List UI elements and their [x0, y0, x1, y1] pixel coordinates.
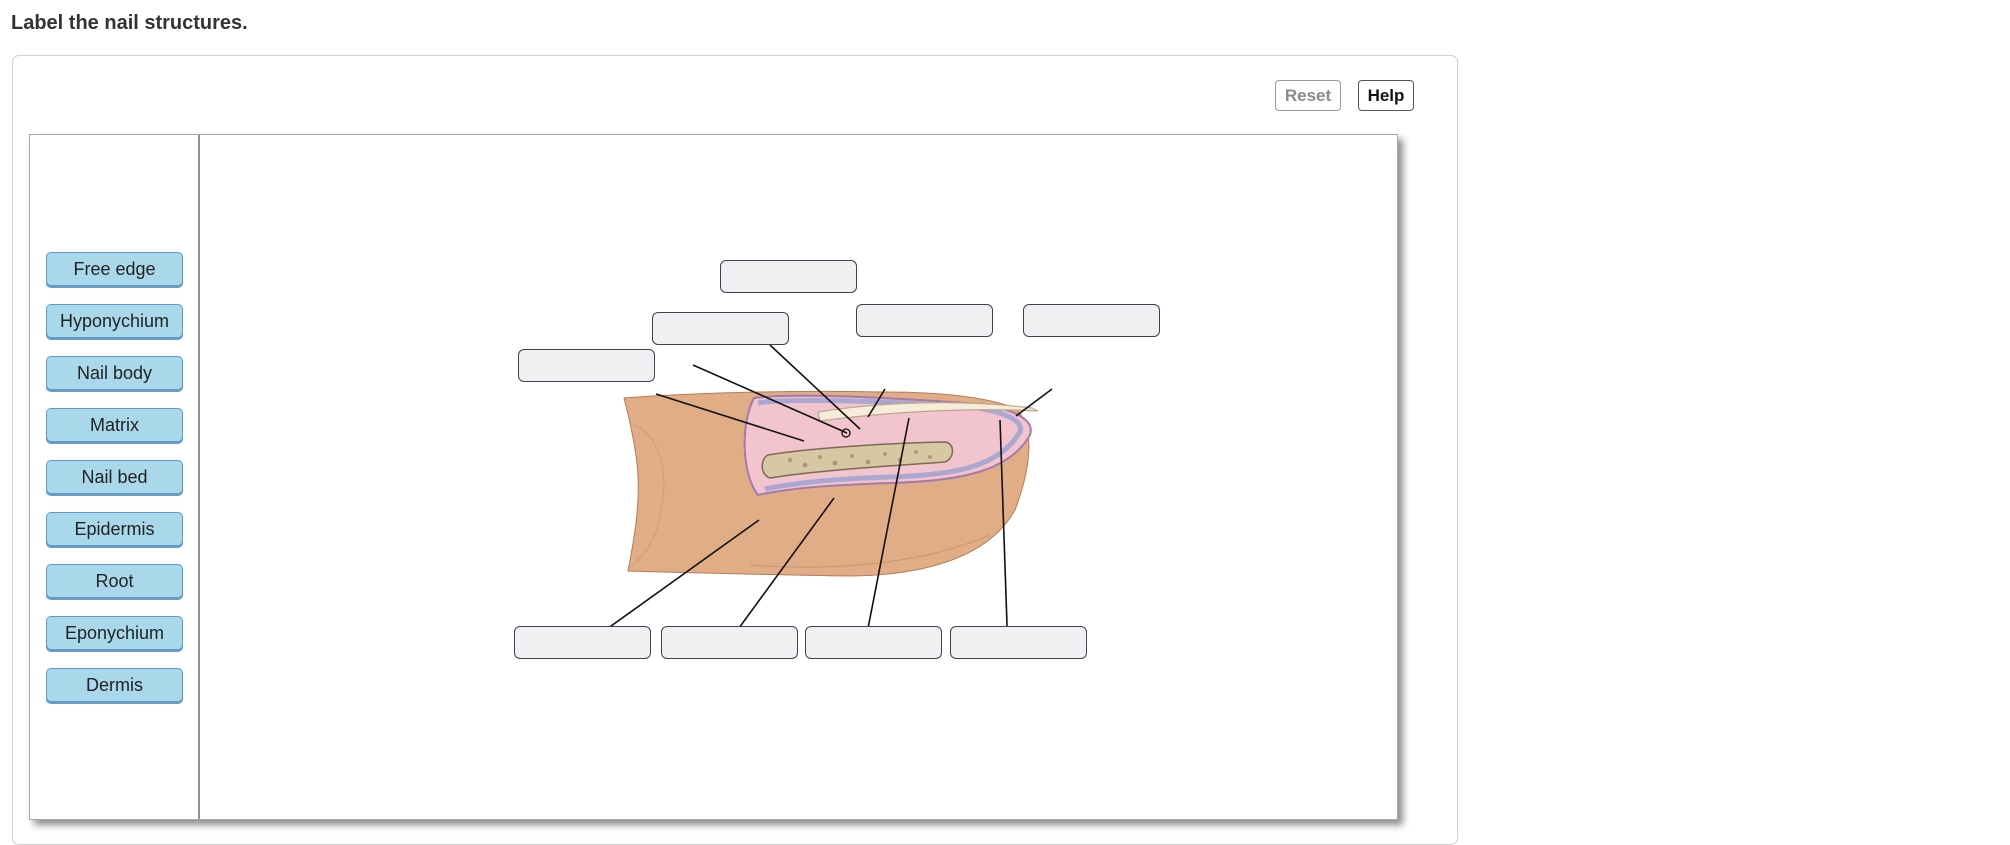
reset-button[interactable]: Reset: [1275, 80, 1341, 111]
page-title: Label the nail structures.: [11, 12, 248, 34]
drop-target-4[interactable]: [1023, 304, 1160, 337]
drop-target-7[interactable]: [661, 626, 798, 659]
drop-target-6[interactable]: [514, 626, 651, 659]
nail-anatomy-diagram: [571, 344, 1053, 655]
drop-target-8[interactable]: [805, 626, 942, 659]
drop-target-2[interactable]: [652, 312, 789, 345]
drop-target-3[interactable]: [856, 304, 993, 337]
drop-target-1[interactable]: [720, 260, 857, 293]
drop-target-9[interactable]: [950, 626, 1087, 659]
help-button[interactable]: Help: [1358, 80, 1414, 111]
labeling-workspace: Free edge Hyponychium Nail body Matrix N…: [29, 134, 1398, 820]
drop-target-5[interactable]: [518, 349, 655, 382]
